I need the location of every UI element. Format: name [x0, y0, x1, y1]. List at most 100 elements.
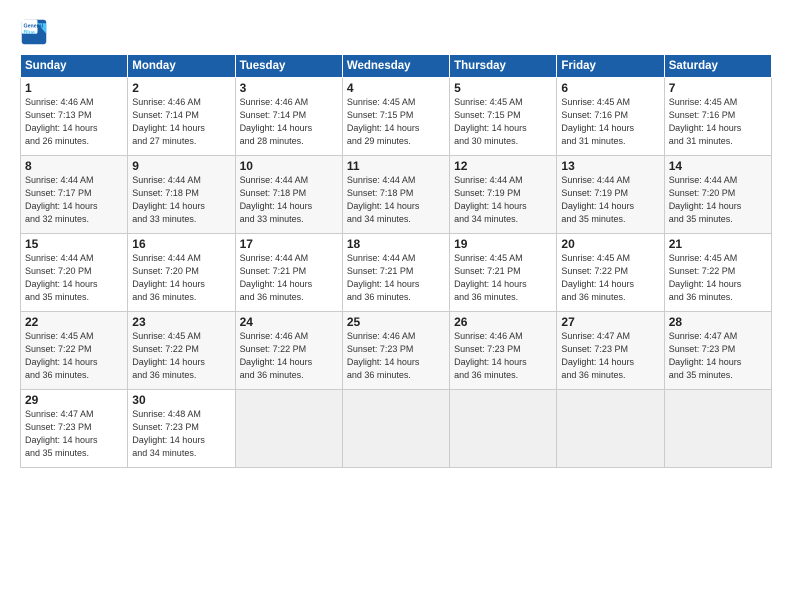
day-number: 5 [454, 81, 552, 95]
day-info: Sunrise: 4:44 AM Sunset: 7:21 PM Dayligh… [240, 252, 338, 304]
logo: General Blue [20, 18, 52, 46]
calendar-cell: 7Sunrise: 4:45 AM Sunset: 7:16 PM Daylig… [664, 78, 771, 156]
calendar-cell: 12Sunrise: 4:44 AM Sunset: 7:19 PM Dayli… [450, 156, 557, 234]
calendar-cell [664, 390, 771, 468]
day-number: 27 [561, 315, 659, 329]
day-info: Sunrise: 4:44 AM Sunset: 7:19 PM Dayligh… [561, 174, 659, 226]
calendar-cell [342, 390, 449, 468]
day-info: Sunrise: 4:44 AM Sunset: 7:20 PM Dayligh… [669, 174, 767, 226]
weekday-header-thursday: Thursday [450, 55, 557, 78]
weekday-header-sunday: Sunday [21, 55, 128, 78]
day-number: 20 [561, 237, 659, 251]
calendar-cell: 27Sunrise: 4:47 AM Sunset: 7:23 PM Dayli… [557, 312, 664, 390]
calendar-cell: 4Sunrise: 4:45 AM Sunset: 7:15 PM Daylig… [342, 78, 449, 156]
day-number: 21 [669, 237, 767, 251]
calendar-cell: 25Sunrise: 4:46 AM Sunset: 7:23 PM Dayli… [342, 312, 449, 390]
day-number: 14 [669, 159, 767, 173]
calendar-cell: 6Sunrise: 4:45 AM Sunset: 7:16 PM Daylig… [557, 78, 664, 156]
calendar-cell: 5Sunrise: 4:45 AM Sunset: 7:15 PM Daylig… [450, 78, 557, 156]
day-info: Sunrise: 4:44 AM Sunset: 7:20 PM Dayligh… [132, 252, 230, 304]
calendar-cell: 21Sunrise: 4:45 AM Sunset: 7:22 PM Dayli… [664, 234, 771, 312]
day-number: 18 [347, 237, 445, 251]
day-info: Sunrise: 4:47 AM Sunset: 7:23 PM Dayligh… [25, 408, 123, 460]
weekday-header-wednesday: Wednesday [342, 55, 449, 78]
day-number: 3 [240, 81, 338, 95]
day-info: Sunrise: 4:46 AM Sunset: 7:13 PM Dayligh… [25, 96, 123, 148]
calendar-cell: 26Sunrise: 4:46 AM Sunset: 7:23 PM Dayli… [450, 312, 557, 390]
day-number: 1 [25, 81, 123, 95]
day-info: Sunrise: 4:46 AM Sunset: 7:14 PM Dayligh… [240, 96, 338, 148]
day-number: 17 [240, 237, 338, 251]
weekday-header-friday: Friday [557, 55, 664, 78]
day-info: Sunrise: 4:46 AM Sunset: 7:23 PM Dayligh… [454, 330, 552, 382]
calendar-cell: 13Sunrise: 4:44 AM Sunset: 7:19 PM Dayli… [557, 156, 664, 234]
calendar-cell: 11Sunrise: 4:44 AM Sunset: 7:18 PM Dayli… [342, 156, 449, 234]
day-number: 4 [347, 81, 445, 95]
day-info: Sunrise: 4:44 AM Sunset: 7:20 PM Dayligh… [25, 252, 123, 304]
calendar-cell: 9Sunrise: 4:44 AM Sunset: 7:18 PM Daylig… [128, 156, 235, 234]
day-number: 12 [454, 159, 552, 173]
calendar-cell: 10Sunrise: 4:44 AM Sunset: 7:18 PM Dayli… [235, 156, 342, 234]
day-info: Sunrise: 4:45 AM Sunset: 7:22 PM Dayligh… [25, 330, 123, 382]
svg-text:Blue: Blue [24, 30, 35, 36]
day-info: Sunrise: 4:47 AM Sunset: 7:23 PM Dayligh… [561, 330, 659, 382]
calendar-cell [450, 390, 557, 468]
day-number: 30 [132, 393, 230, 407]
day-number: 10 [240, 159, 338, 173]
weekday-header-saturday: Saturday [664, 55, 771, 78]
day-info: Sunrise: 4:44 AM Sunset: 7:18 PM Dayligh… [132, 174, 230, 226]
day-number: 11 [347, 159, 445, 173]
svg-text:General: General [24, 24, 44, 30]
day-info: Sunrise: 4:45 AM Sunset: 7:16 PM Dayligh… [561, 96, 659, 148]
calendar-cell: 14Sunrise: 4:44 AM Sunset: 7:20 PM Dayli… [664, 156, 771, 234]
day-number: 22 [25, 315, 123, 329]
calendar-cell: 29Sunrise: 4:47 AM Sunset: 7:23 PM Dayli… [21, 390, 128, 468]
day-info: Sunrise: 4:44 AM Sunset: 7:17 PM Dayligh… [25, 174, 123, 226]
day-number: 25 [347, 315, 445, 329]
calendar-cell: 8Sunrise: 4:44 AM Sunset: 7:17 PM Daylig… [21, 156, 128, 234]
calendar-cell [557, 390, 664, 468]
calendar-cell: 15Sunrise: 4:44 AM Sunset: 7:20 PM Dayli… [21, 234, 128, 312]
day-info: Sunrise: 4:45 AM Sunset: 7:22 PM Dayligh… [669, 252, 767, 304]
calendar-cell: 19Sunrise: 4:45 AM Sunset: 7:21 PM Dayli… [450, 234, 557, 312]
day-number: 16 [132, 237, 230, 251]
weekday-header-tuesday: Tuesday [235, 55, 342, 78]
day-info: Sunrise: 4:48 AM Sunset: 7:23 PM Dayligh… [132, 408, 230, 460]
calendar-cell: 24Sunrise: 4:46 AM Sunset: 7:22 PM Dayli… [235, 312, 342, 390]
day-number: 8 [25, 159, 123, 173]
day-number: 28 [669, 315, 767, 329]
calendar-cell: 20Sunrise: 4:45 AM Sunset: 7:22 PM Dayli… [557, 234, 664, 312]
day-number: 15 [25, 237, 123, 251]
day-info: Sunrise: 4:46 AM Sunset: 7:23 PM Dayligh… [347, 330, 445, 382]
day-number: 7 [669, 81, 767, 95]
weekday-header-monday: Monday [128, 55, 235, 78]
day-number: 19 [454, 237, 552, 251]
day-info: Sunrise: 4:44 AM Sunset: 7:18 PM Dayligh… [347, 174, 445, 226]
calendar-cell: 17Sunrise: 4:44 AM Sunset: 7:21 PM Dayli… [235, 234, 342, 312]
day-info: Sunrise: 4:44 AM Sunset: 7:21 PM Dayligh… [347, 252, 445, 304]
day-number: 23 [132, 315, 230, 329]
day-number: 2 [132, 81, 230, 95]
day-info: Sunrise: 4:45 AM Sunset: 7:15 PM Dayligh… [347, 96, 445, 148]
calendar-cell: 1Sunrise: 4:46 AM Sunset: 7:13 PM Daylig… [21, 78, 128, 156]
calendar-cell: 30Sunrise: 4:48 AM Sunset: 7:23 PM Dayli… [128, 390, 235, 468]
day-number: 9 [132, 159, 230, 173]
day-number: 29 [25, 393, 123, 407]
day-info: Sunrise: 4:44 AM Sunset: 7:18 PM Dayligh… [240, 174, 338, 226]
day-info: Sunrise: 4:45 AM Sunset: 7:16 PM Dayligh… [669, 96, 767, 148]
day-info: Sunrise: 4:44 AM Sunset: 7:19 PM Dayligh… [454, 174, 552, 226]
day-info: Sunrise: 4:45 AM Sunset: 7:15 PM Dayligh… [454, 96, 552, 148]
day-number: 13 [561, 159, 659, 173]
day-info: Sunrise: 4:45 AM Sunset: 7:22 PM Dayligh… [561, 252, 659, 304]
calendar-cell: 3Sunrise: 4:46 AM Sunset: 7:14 PM Daylig… [235, 78, 342, 156]
calendar-cell: 23Sunrise: 4:45 AM Sunset: 7:22 PM Dayli… [128, 312, 235, 390]
calendar-cell: 18Sunrise: 4:44 AM Sunset: 7:21 PM Dayli… [342, 234, 449, 312]
calendar-cell: 2Sunrise: 4:46 AM Sunset: 7:14 PM Daylig… [128, 78, 235, 156]
day-number: 26 [454, 315, 552, 329]
calendar-table: SundayMondayTuesdayWednesdayThursdayFrid… [20, 54, 772, 468]
calendar-cell [235, 390, 342, 468]
calendar-cell: 28Sunrise: 4:47 AM Sunset: 7:23 PM Dayli… [664, 312, 771, 390]
day-info: Sunrise: 4:46 AM Sunset: 7:14 PM Dayligh… [132, 96, 230, 148]
day-info: Sunrise: 4:45 AM Sunset: 7:22 PM Dayligh… [132, 330, 230, 382]
day-info: Sunrise: 4:46 AM Sunset: 7:22 PM Dayligh… [240, 330, 338, 382]
